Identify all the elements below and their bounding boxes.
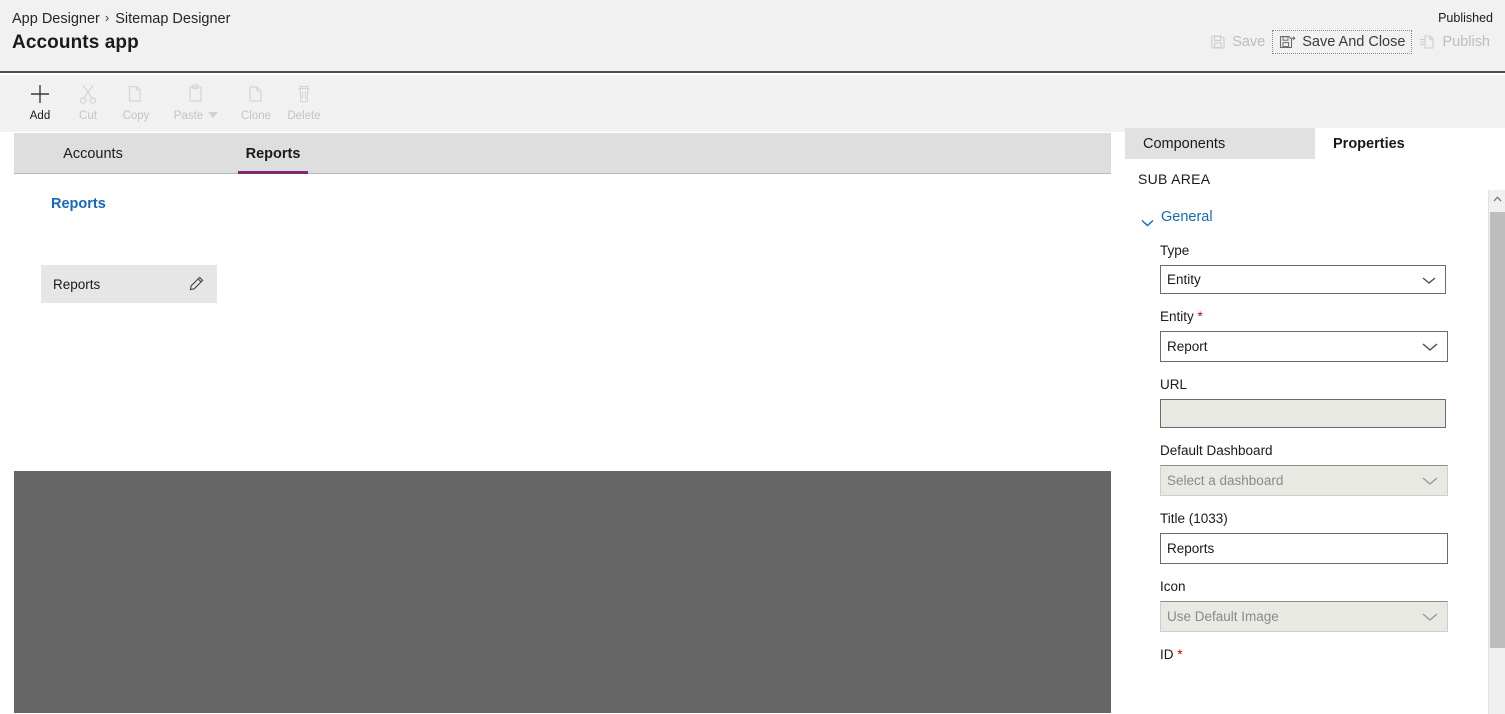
chevron-down-icon[interactable] bbox=[208, 111, 219, 118]
chevron-down-icon bbox=[1422, 339, 1438, 354]
field-url-label: URL bbox=[1160, 377, 1188, 392]
field-type-label: Type bbox=[1160, 243, 1190, 258]
tab-properties[interactable]: Properties bbox=[1315, 128, 1505, 159]
sitemap-group-area: Reports Reports bbox=[14, 174, 1111, 471]
properties-panel: Components Properties SUB AREA General T… bbox=[1125, 128, 1505, 714]
tab-components-label: Components bbox=[1143, 135, 1226, 152]
add-button-label: Add bbox=[29, 110, 51, 122]
delete-button[interactable]: Delete bbox=[280, 75, 328, 122]
trash-icon bbox=[294, 81, 314, 107]
sitemap-area-tabs: Accounts Reports bbox=[14, 133, 1111, 174]
scroll-up-button[interactable] bbox=[1489, 190, 1505, 208]
general-section-label: General bbox=[1161, 209, 1213, 225]
field-entity: Entity * Report bbox=[1160, 309, 1482, 362]
chevron-down-icon bbox=[1422, 272, 1436, 287]
cut-button[interactable]: Cut bbox=[64, 75, 112, 122]
panel-tabs: Components Properties bbox=[1125, 128, 1505, 159]
properties-form: Type Entity Entity * Report URL Default … bbox=[1160, 243, 1482, 677]
add-button[interactable]: Add bbox=[16, 75, 64, 122]
type-select[interactable]: Entity bbox=[1160, 265, 1446, 294]
copy-button-label: Copy bbox=[122, 110, 150, 122]
save-button-label: Save bbox=[1232, 34, 1266, 50]
url-input[interactable] bbox=[1160, 399, 1446, 428]
copy-button[interactable]: Copy bbox=[112, 75, 160, 122]
required-asterisk: * bbox=[1197, 309, 1203, 324]
tab-properties-label: Properties bbox=[1333, 135, 1405, 152]
tab-components[interactable]: Components bbox=[1125, 128, 1315, 159]
title-input-value: Reports bbox=[1167, 541, 1215, 556]
field-icon: Icon Use Default Image bbox=[1160, 579, 1482, 632]
paste-button[interactable]: Paste bbox=[160, 75, 232, 122]
section-heading: SUB AREA bbox=[1138, 171, 1211, 187]
field-default-dashboard: Default Dashboard Select a dashboard bbox=[1160, 443, 1482, 496]
properties-body: SUB AREA General Type Entity Entity * Re… bbox=[1125, 159, 1505, 714]
publish-status-badge: Published bbox=[1438, 11, 1493, 25]
breadcrumb: App Designer › Sitemap Designer bbox=[12, 10, 231, 27]
breadcrumb-chevron-icon: › bbox=[104, 10, 110, 25]
field-url: URL bbox=[1160, 377, 1482, 428]
save-button[interactable]: Save bbox=[1203, 30, 1272, 54]
chevron-down-icon bbox=[1422, 609, 1438, 624]
cut-button-label: Cut bbox=[79, 110, 97, 122]
field-type: Type Entity bbox=[1160, 243, 1482, 294]
header-actions: Save Save And Close Publish bbox=[1203, 30, 1497, 54]
pencil-icon[interactable] bbox=[187, 275, 205, 298]
clone-button[interactable]: Clone bbox=[232, 75, 280, 122]
icon-select-placeholder: Use Default Image bbox=[1167, 609, 1279, 624]
sitemap-canvas: Accounts Reports Reports Reports bbox=[14, 133, 1111, 714]
default-dashboard-select[interactable]: Select a dashboard bbox=[1160, 465, 1448, 496]
canvas-empty-backdrop bbox=[14, 471, 1111, 713]
field-default-dashboard-label: Default Dashboard bbox=[1160, 443, 1273, 458]
save-and-close-icon bbox=[1279, 34, 1296, 50]
scrollbar-thumb[interactable] bbox=[1490, 212, 1505, 648]
general-section-toggle[interactable]: General bbox=[1141, 209, 1213, 227]
tab-reports-label: Reports bbox=[245, 145, 301, 162]
command-toolbar: Add Cut Copy Paste Clone Delete bbox=[0, 75, 1505, 132]
paste-button-label: Paste bbox=[173, 110, 204, 122]
publish-button[interactable]: Publish bbox=[1412, 30, 1497, 54]
app-header: App Designer › Sitemap Designer Accounts a… bbox=[0, 0, 1505, 73]
chevron-down-icon bbox=[1141, 214, 1154, 227]
field-id-label: ID * bbox=[1160, 647, 1183, 662]
plus-icon bbox=[29, 81, 51, 107]
required-asterisk: * bbox=[1177, 647, 1183, 662]
save-and-close-button[interactable]: Save And Close bbox=[1272, 30, 1413, 54]
group-title: Reports bbox=[51, 196, 106, 212]
field-id: ID * bbox=[1160, 647, 1482, 662]
field-title: Title (1033) Reports bbox=[1160, 511, 1482, 564]
scissors-icon bbox=[78, 81, 98, 107]
save-and-close-button-label: Save And Close bbox=[1302, 34, 1406, 50]
clone-button-label: Clone bbox=[240, 110, 272, 122]
clipboard-icon bbox=[186, 81, 206, 107]
type-select-value: Entity bbox=[1167, 272, 1201, 287]
properties-scrollbar[interactable] bbox=[1488, 190, 1505, 714]
default-dashboard-placeholder: Select a dashboard bbox=[1167, 473, 1284, 488]
breadcrumb-current: Sitemap Designer bbox=[115, 11, 231, 27]
save-icon bbox=[1210, 34, 1226, 50]
tab-reports[interactable]: Reports bbox=[218, 133, 328, 174]
icon-select[interactable]: Use Default Image bbox=[1160, 601, 1448, 632]
publish-button-label: Publish bbox=[1442, 34, 1490, 50]
tab-accounts-label: Accounts bbox=[63, 145, 123, 162]
field-entity-label: Entity * bbox=[1160, 309, 1203, 324]
clone-icon bbox=[246, 81, 266, 107]
subarea-card-reports[interactable]: Reports bbox=[41, 265, 217, 303]
breadcrumb-parent[interactable]: App Designer bbox=[12, 11, 100, 27]
title-input[interactable]: Reports bbox=[1160, 533, 1448, 564]
entity-select-value: Report bbox=[1167, 339, 1208, 354]
subarea-card-label: Reports bbox=[53, 276, 101, 292]
delete-button-label: Delete bbox=[287, 110, 321, 122]
tab-accounts[interactable]: Accounts bbox=[38, 133, 148, 174]
field-icon-label: Icon bbox=[1160, 579, 1186, 594]
chevron-down-icon bbox=[1422, 473, 1438, 488]
entity-select[interactable]: Report bbox=[1160, 331, 1448, 362]
field-title-label: Title (1033) bbox=[1160, 511, 1228, 526]
page-title: Accounts app bbox=[12, 32, 139, 53]
copy-icon bbox=[126, 81, 146, 107]
publish-icon bbox=[1419, 34, 1436, 50]
